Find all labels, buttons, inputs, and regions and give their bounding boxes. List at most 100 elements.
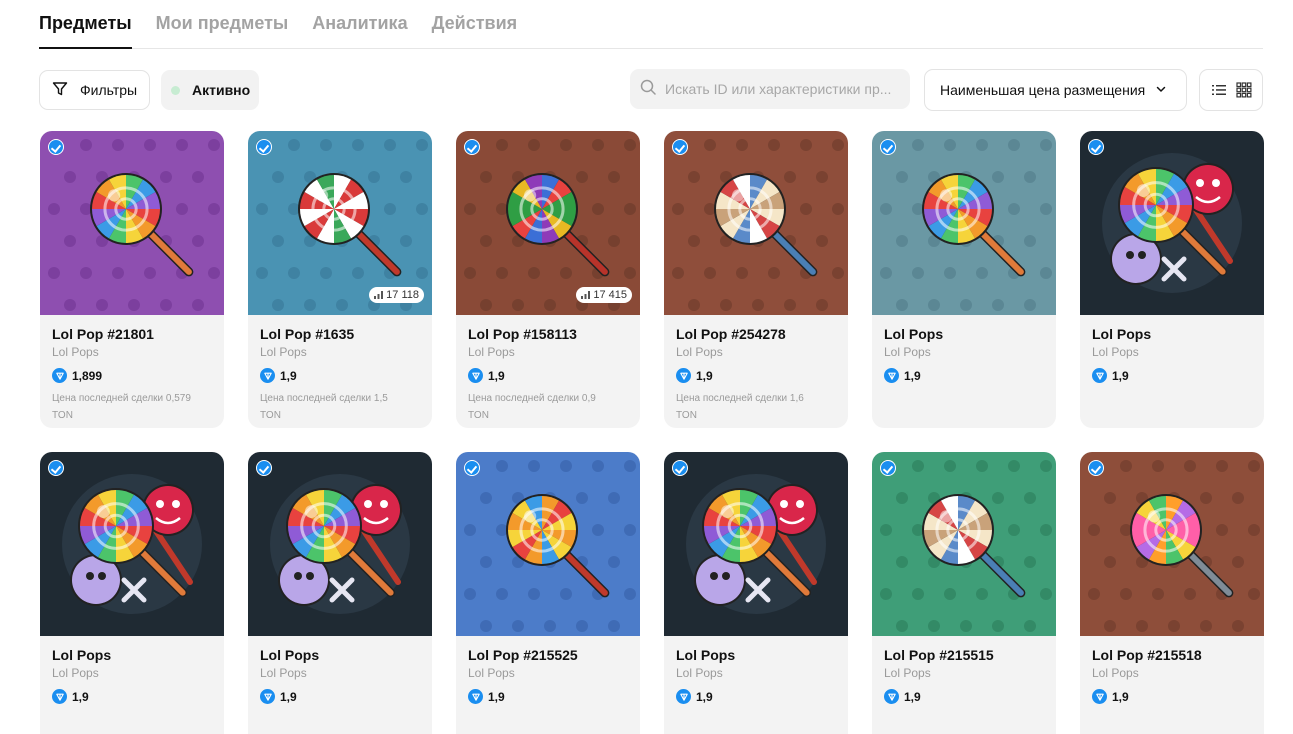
item-collection: Lol Pops xyxy=(52,666,99,680)
verified-badge-icon xyxy=(256,139,272,155)
status-label: Активно xyxy=(192,82,251,98)
ton-icon xyxy=(52,368,67,383)
item-card[interactable]: Lol Pops Lol Pops 1,9 xyxy=(1080,131,1264,428)
item-price: 1,9 xyxy=(468,368,628,383)
filters-button[interactable]: Фильтры xyxy=(39,70,150,110)
item-image xyxy=(248,452,432,636)
item-price-value: 1,9 xyxy=(696,368,713,383)
item-price: 1,9 xyxy=(884,368,1044,383)
item-card[interactable]: 17 118 Lol Pop #1635 Lol Pops 1,9 Цена после… xyxy=(248,131,432,428)
item-card[interactable]: Lol Pop #215515 Lol Pops 1,9 xyxy=(872,452,1056,734)
item-info: Lol Pop #215515 Lol Pops 1,9 xyxy=(872,636,1056,704)
item-card[interactable]: Lol Pop #215518 Lol Pops 1,9 xyxy=(1080,452,1264,734)
item-price-value: 1,9 xyxy=(488,368,505,383)
grid-view-icon[interactable] xyxy=(1232,78,1256,102)
ton-icon xyxy=(260,368,275,383)
chevron-down-icon xyxy=(1155,82,1167,98)
item-image xyxy=(664,131,848,315)
verified-badge-icon xyxy=(1088,139,1104,155)
filter-icon xyxy=(52,81,68,100)
tab-3[interactable]: Аналитика xyxy=(312,0,407,48)
item-collection: Lol Pops xyxy=(468,345,515,359)
item-image xyxy=(40,131,224,315)
verified-badge-icon xyxy=(464,460,480,476)
item-price-value: 1,9 xyxy=(72,689,89,704)
search-icon xyxy=(640,79,656,100)
item-card[interactable]: 17 415 Lol Pop #158113 Lol Pops 1,9 Цена пос… xyxy=(456,131,640,428)
item-info: Lol Pops Lol Pops 1,9 xyxy=(1080,315,1264,383)
item-title: Lol Pop #158113 xyxy=(468,326,577,342)
item-card[interactable]: Lol Pops Lol Pops 1,9 xyxy=(664,452,848,734)
ton-icon xyxy=(468,368,483,383)
item-collection: Lol Pops xyxy=(676,345,723,359)
item-price: 1,9 xyxy=(260,689,420,704)
ton-icon xyxy=(676,689,691,704)
search-input[interactable] xyxy=(665,81,893,97)
item-collection: Lol Pops xyxy=(52,345,99,359)
item-image: 17 118 xyxy=(248,131,432,315)
item-image: 17 415 xyxy=(456,131,640,315)
sort-label: Наименьшая цена размещения xyxy=(940,82,1146,98)
item-price-value: 1,9 xyxy=(904,689,921,704)
item-card[interactable]: Lol Pop #215525 Lol Pops 1,9 xyxy=(456,452,640,734)
item-image xyxy=(664,452,848,636)
item-card[interactable]: Lol Pops Lol Pops 1,9 xyxy=(40,452,224,734)
ton-icon xyxy=(884,689,899,704)
ton-icon xyxy=(676,368,691,383)
verified-badge-icon xyxy=(464,139,480,155)
rarity-stats: 17 415 xyxy=(576,287,632,303)
item-collection: Lol Pops xyxy=(260,666,307,680)
tab-bar: Предметы Мои предметы Аналитика Действия xyxy=(39,0,1263,49)
bars-icon xyxy=(374,291,384,299)
verified-badge-icon xyxy=(48,460,64,476)
item-collection: Lol Pops xyxy=(1092,666,1139,680)
item-collection: Lol Pops xyxy=(884,345,931,359)
ton-icon xyxy=(468,689,483,704)
verified-badge-icon xyxy=(880,139,896,155)
tab-1[interactable]: Предметы xyxy=(39,0,132,49)
item-image xyxy=(872,452,1056,636)
sort-dropdown[interactable]: Наименьшая цена размещения xyxy=(924,69,1187,111)
item-price: 1,899 xyxy=(52,368,212,383)
item-title: Lol Pop #215515 xyxy=(884,647,994,663)
item-info: Lol Pop #1635 Lol Pops 1,9 Цена последней с… xyxy=(248,315,432,424)
item-image xyxy=(456,452,640,636)
item-price: 1,9 xyxy=(1092,689,1252,704)
search-box[interactable] xyxy=(630,69,910,109)
last-sale-text: Цена последней сделки 0,9 TON xyxy=(468,393,596,421)
tab-4[interactable]: Действия xyxy=(432,0,518,48)
item-title: Lol Pops xyxy=(260,647,320,663)
last-sale-text: Цена последней сделки 0,579 TON xyxy=(52,393,191,421)
item-title: Lol Pop #215518 xyxy=(1092,647,1202,663)
item-collection: Lol Pops xyxy=(468,666,515,680)
verified-badge-icon xyxy=(672,139,688,155)
status-chip[interactable]: Активно xyxy=(161,70,259,110)
item-card[interactable]: Lol Pop #254278 Lol Pops 1,9 Цена последней… xyxy=(664,131,848,428)
item-image xyxy=(40,452,224,636)
item-info: Lol Pops Lol Pops 1,9 xyxy=(872,315,1056,383)
item-title: Lol Pops xyxy=(676,647,736,663)
item-title: Lol Pops xyxy=(1092,326,1152,342)
verified-badge-icon xyxy=(1088,460,1104,476)
item-price-value: 1,9 xyxy=(280,689,297,704)
item-price: 1,9 xyxy=(884,689,1044,704)
ton-icon xyxy=(260,689,275,704)
verified-badge-icon xyxy=(256,460,272,476)
item-image xyxy=(1080,452,1264,636)
item-price: 1,9 xyxy=(52,689,212,704)
item-price: 1,9 xyxy=(1092,368,1252,383)
last-sale-text: Цена последней сделки 1,6 TON xyxy=(676,393,804,421)
bars-icon xyxy=(581,291,591,299)
item-price: 1,9 xyxy=(676,689,836,704)
item-price-value: 1,9 xyxy=(696,689,713,704)
item-card[interactable]: Lol Pop #21801 Lol Pops 1,899 Цена последне… xyxy=(40,131,224,428)
item-title: Lol Pops xyxy=(52,647,112,663)
item-price: 1,9 xyxy=(260,368,420,383)
last-sale-text: Цена последней сделки 1,5 TON xyxy=(260,393,388,421)
item-price-value: 1,9 xyxy=(1112,368,1129,383)
item-card[interactable]: Lol Pops Lol Pops 1,9 xyxy=(248,452,432,734)
verified-badge-icon xyxy=(880,460,896,476)
list-view-icon[interactable] xyxy=(1207,78,1231,102)
item-card[interactable]: Lol Pops Lol Pops 1,9 xyxy=(872,131,1056,428)
tab-2[interactable]: Мои предметы xyxy=(156,0,289,48)
